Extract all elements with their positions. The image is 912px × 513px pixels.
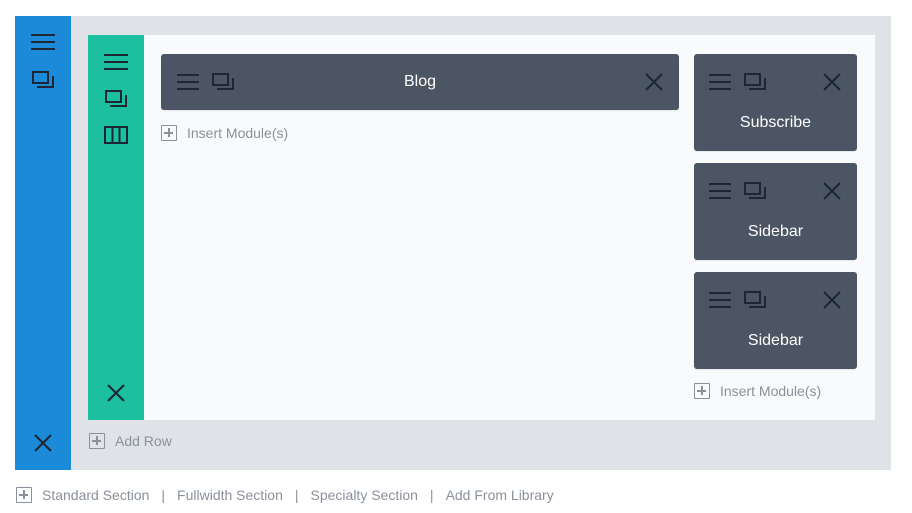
section-handle-bar[interactable] xyxy=(15,16,71,470)
fullwidth-section-link[interactable]: Fullwidth Section xyxy=(177,487,283,503)
separator: | xyxy=(429,487,434,503)
columns-icon[interactable] xyxy=(104,126,128,144)
module-subscribe[interactable]: Subscribe xyxy=(694,54,857,151)
insert-module-button[interactable]: Insert Module(s) xyxy=(161,125,288,141)
separator: | xyxy=(294,487,299,503)
specialty-section-link[interactable]: Specialty Section xyxy=(311,487,418,503)
duplicate-icon[interactable] xyxy=(744,182,766,200)
duplicate-icon[interactable] xyxy=(744,73,766,91)
insert-module-label: Insert Module(s) xyxy=(720,383,822,399)
close-icon[interactable] xyxy=(107,384,125,402)
duplicate-icon[interactable] xyxy=(32,71,54,89)
add-section-bar: Standard Section | Fullwidth Section | S… xyxy=(16,485,554,505)
separator: | xyxy=(161,487,166,503)
row-handle-bar[interactable] xyxy=(88,35,144,420)
plus-icon xyxy=(161,125,177,141)
add-row-button[interactable]: Add Row xyxy=(89,433,172,449)
close-icon[interactable] xyxy=(823,182,841,200)
duplicate-icon[interactable] xyxy=(744,291,766,309)
menu-icon[interactable] xyxy=(709,182,731,200)
module-sidebar[interactable]: Sidebar xyxy=(694,163,857,260)
close-icon[interactable] xyxy=(823,73,841,91)
module-label: Subscribe xyxy=(739,114,812,131)
standard-section-link[interactable]: Standard Section xyxy=(42,487,149,503)
module-label: Blog xyxy=(403,73,437,90)
close-icon[interactable] xyxy=(823,291,841,309)
module-label: Sidebar xyxy=(747,332,804,349)
add-from-library-link[interactable]: Add From Library xyxy=(446,487,554,503)
plus-icon xyxy=(694,383,710,399)
insert-module-label: Insert Module(s) xyxy=(187,125,289,141)
menu-icon[interactable] xyxy=(709,291,731,309)
menu-icon[interactable] xyxy=(709,73,731,91)
module-blog[interactable]: Blog xyxy=(161,54,679,110)
close-icon[interactable] xyxy=(34,434,52,452)
plus-icon xyxy=(16,487,32,503)
duplicate-icon[interactable] xyxy=(105,90,127,108)
module-label: Sidebar xyxy=(747,223,804,240)
menu-icon[interactable] xyxy=(104,53,128,71)
menu-icon[interactable] xyxy=(31,33,55,51)
module-sidebar[interactable]: Sidebar xyxy=(694,272,857,369)
plus-icon xyxy=(89,433,105,449)
add-row-label: Add Row xyxy=(115,433,172,449)
insert-module-button[interactable]: Insert Module(s) xyxy=(694,383,821,399)
close-icon[interactable] xyxy=(645,73,663,91)
